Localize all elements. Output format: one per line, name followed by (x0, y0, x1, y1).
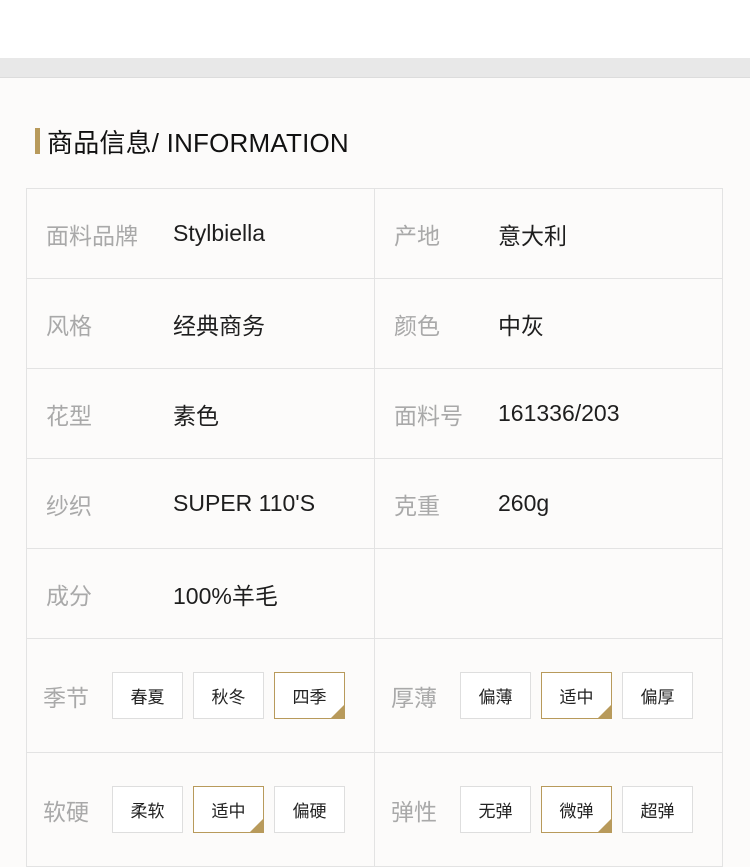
section-title-text: 商品信息/ INFORMATION (47, 127, 349, 158)
season-options: 春夏 秋冬 四季 (112, 672, 345, 719)
attr-cell-pattern: 花型 素色 (27, 369, 375, 458)
top-blank-area (0, 0, 750, 58)
attr-value: 意大利 (498, 222, 567, 249)
attr-value: 中灰 (498, 312, 544, 339)
hardness-option-soft[interactable]: 柔软 (112, 786, 183, 833)
thickness-option-thin[interactable]: 偏薄 (460, 672, 531, 719)
product-info-section: 商品信息/ INFORMATION (0, 78, 750, 188)
attr-cell-style: 风格 经典商务 (27, 279, 375, 368)
attr-label: 面料号 (394, 402, 463, 429)
attr-label: 纱织 (46, 492, 92, 519)
attr-cell-empty (375, 549, 723, 638)
hardness-options: 柔软 适中 偏硬 (112, 786, 345, 833)
selected-corner-icon (331, 705, 344, 718)
section-title: 商品信息/ INFORMATION (35, 128, 349, 158)
attr-value: SUPER 110'S (173, 490, 316, 516)
attr-cell-color: 颜色 中灰 (375, 279, 723, 368)
option-cell-hardness: 软硬 柔软 适中 偏硬 (27, 753, 375, 866)
hardness-option-medium[interactable]: 适中 (193, 786, 264, 833)
table-row: 花型 素色 面料号 161336/203 (27, 369, 723, 459)
season-option-all-season[interactable]: 四季 (274, 672, 345, 719)
thickness-option-medium[interactable]: 适中 (541, 672, 612, 719)
attr-label: 产地 (394, 222, 440, 249)
option-cell-elasticity: 弹性 无弹 微弹 超弹 (375, 753, 723, 866)
option-cell-thickness: 厚薄 偏薄 适中 偏厚 (375, 639, 723, 752)
table-row-options: 季节 春夏 秋冬 四季 厚薄 偏薄 适中 偏厚 (27, 639, 723, 753)
season-option-spring-summer[interactable]: 春夏 (112, 672, 183, 719)
attr-cell-origin: 产地 意大利 (375, 189, 723, 278)
elasticity-options: 无弹 微弹 超弹 (460, 786, 693, 833)
option-label: 季节 (43, 684, 89, 711)
attr-cell-weight: 克重 260g (375, 459, 723, 548)
selected-corner-icon (250, 819, 263, 832)
table-row: 纱织 SUPER 110'S 克重 260g (27, 459, 723, 549)
attr-cell-fabric-brand: 面料品牌 Stylbiella (27, 189, 375, 278)
elasticity-option-slight[interactable]: 微弹 (541, 786, 612, 833)
option-label: 弹性 (391, 798, 437, 825)
title-accent-bar (35, 128, 40, 154)
attr-label: 颜色 (394, 312, 440, 339)
elasticity-option-high[interactable]: 超弹 (622, 786, 693, 833)
attr-cell-yarn-count: 纱织 SUPER 110'S (27, 459, 375, 548)
thickness-option-thick[interactable]: 偏厚 (622, 672, 693, 719)
attr-label: 克重 (394, 492, 440, 519)
attr-label: 面料品牌 (46, 222, 138, 249)
attr-value: 260g (498, 490, 550, 516)
elasticity-option-none[interactable]: 无弹 (460, 786, 531, 833)
product-info-table: 面料品牌 Stylbiella 产地 意大利 风格 经典商务 颜色 中灰 花型 … (26, 188, 723, 867)
selected-corner-icon (598, 705, 611, 718)
option-cell-season: 季节 春夏 秋冬 四季 (27, 639, 375, 752)
thickness-options: 偏薄 适中 偏厚 (460, 672, 693, 719)
attr-value: 经典商务 (173, 312, 265, 339)
section-separator (0, 58, 750, 78)
attr-cell-fabric-number: 面料号 161336/203 (375, 369, 723, 458)
attr-label: 花型 (46, 402, 92, 429)
attr-value: Stylbiella (173, 220, 266, 246)
table-row: 面料品牌 Stylbiella 产地 意大利 (27, 189, 723, 279)
attr-value: 素色 (173, 402, 219, 429)
hardness-option-stiff[interactable]: 偏硬 (274, 786, 345, 833)
season-option-autumn-winter[interactable]: 秋冬 (193, 672, 264, 719)
option-label: 厚薄 (391, 684, 437, 711)
table-row: 风格 经典商务 颜色 中灰 (27, 279, 723, 369)
attr-label: 成分 (46, 582, 92, 609)
attr-label: 风格 (46, 312, 92, 339)
attr-value: 100%羊毛 (173, 582, 278, 609)
table-row: 成分 100%羊毛 (27, 549, 723, 639)
attr-cell-composition: 成分 100%羊毛 (27, 549, 375, 638)
selected-corner-icon (598, 819, 611, 832)
attr-value: 161336/203 (498, 400, 620, 426)
option-label: 软硬 (43, 798, 89, 825)
table-row-options: 软硬 柔软 适中 偏硬 弹性 无弹 微弹 超弹 (27, 753, 723, 867)
